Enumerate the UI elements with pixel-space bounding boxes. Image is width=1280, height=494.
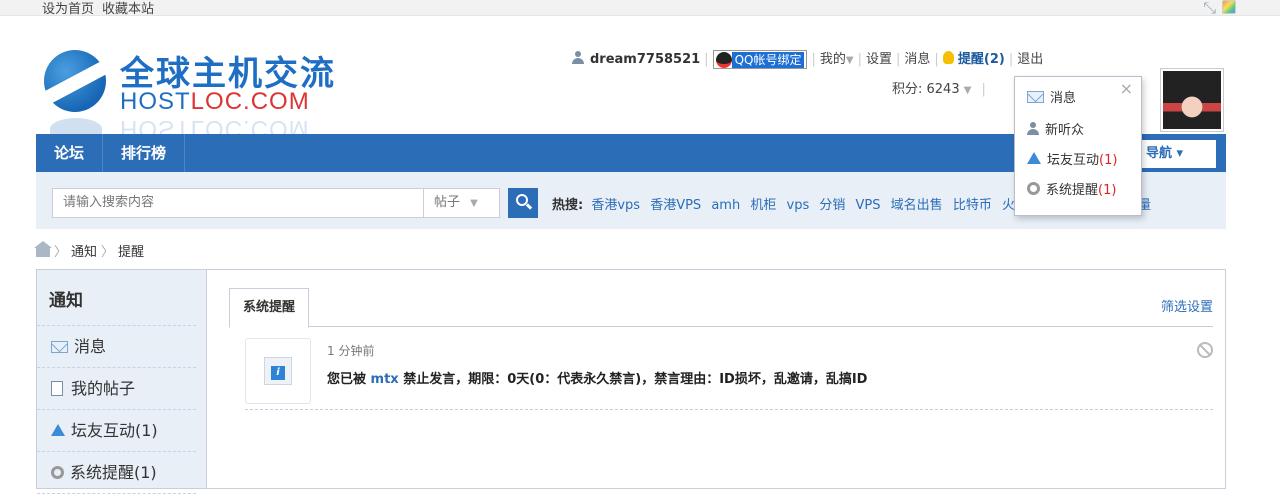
home-icon[interactable] [34, 241, 52, 257]
hot-term[interactable]: 香港VPS [650, 198, 701, 213]
search-type-select[interactable]: 帖子 ▼ [424, 188, 500, 218]
breadcrumb-notice[interactable]: 通知 [71, 245, 97, 260]
sidebar: 通知 消息 我的帖子 坛友互动(1) 系统提醒(1) [37, 270, 207, 494]
breadcrumb-remind[interactable]: 提醒 [118, 245, 144, 260]
hot-term[interactable]: 域名出售 [891, 198, 943, 213]
tab-bar: 系统提醒 [229, 288, 1213, 328]
breadcrumb: 〉通知〉提醒 [34, 241, 144, 260]
sidebar-item-messages[interactable]: 消息 [37, 326, 196, 368]
mail-icon [51, 341, 68, 353]
globe-logo-icon [44, 50, 106, 112]
theme-icon[interactable] [1222, 0, 1236, 14]
hot-term[interactable]: 机柜 [750, 198, 776, 213]
hot-term[interactable]: 分销 [819, 198, 845, 213]
hot-term[interactable]: 香港vps [591, 198, 640, 213]
dropdown-item-system[interactable]: 系统提醒(1) [1027, 179, 1116, 198]
hot-term[interactable]: amh [711, 198, 740, 213]
bookmark-link[interactable]: 收藏本站 [102, 2, 154, 17]
qq-bind-button[interactable]: QQ帐号绑定 [712, 50, 808, 69]
hot-term[interactable]: 比特币 [953, 198, 992, 213]
logo-text-en: HOSTLOC.COM [120, 88, 310, 115]
notice-time: 1 分钟前 [327, 344, 375, 358]
content-area: 系统提醒 筛选设置 i 1 分钟前 您已被 mtx 禁止发言，期限：0天(0：代… [207, 270, 1225, 488]
mine-menu[interactable]: 我的 [820, 52, 846, 67]
remind-link[interactable]: 提醒(2) [958, 52, 1005, 67]
user-bar: dream7758521 | QQ帐号绑定 | 我的▼ | 设置 | 消息 | 提醒(2) | 退出 [572, 48, 1043, 69]
logout-link[interactable]: 退出 [1017, 52, 1043, 67]
credits-menu[interactable]: 积分: 6243 ▼ | [892, 78, 986, 97]
hot-term[interactable]: vps [787, 198, 810, 213]
gear-icon [1027, 182, 1040, 195]
dropdown-item-messages[interactable]: 消息 [1027, 87, 1076, 106]
interaction-icon [1027, 152, 1041, 164]
search-button[interactable] [508, 188, 538, 218]
bulb-icon [942, 51, 954, 64]
sidebar-item-system[interactable]: 系统提醒(1) [37, 452, 196, 494]
ignore-icon[interactable] [1197, 342, 1213, 358]
chevron-down-icon: ▼ [963, 85, 972, 96]
top-links: 设为首页 收藏本站 [42, 0, 162, 17]
hot-term[interactable]: VPS [856, 198, 881, 213]
filter-settings-link[interactable]: 筛选设置 [1161, 296, 1213, 315]
nav-item-forum[interactable]: 论坛 [36, 134, 104, 172]
remind-dropdown: × 消息 新听众 坛友互动(1) 系统提醒(1) [1014, 76, 1142, 216]
avatar[interactable] [1160, 68, 1224, 132]
notice-panel: 通知 消息 我的帖子 坛友互动(1) 系统提醒(1) 系统提醒 筛选设置 i 1… [36, 269, 1226, 494]
settings-link[interactable]: 设置 [866, 52, 892, 67]
mail-icon [1027, 91, 1044, 103]
document-icon [51, 381, 63, 396]
sidebar-item-my-posts[interactable]: 我的帖子 [37, 368, 196, 410]
qq-icon [715, 51, 732, 68]
interaction-icon [51, 424, 65, 436]
notice-text: 您已被 mtx 禁止发言，期限：0天(0：代表永久禁言)，禁言理由：ID损坏，乱… [327, 372, 868, 387]
dropdown-item-followers[interactable]: 新听众 [1027, 119, 1084, 138]
user-icon [572, 51, 584, 64]
dropdown-item-interactions[interactable]: 坛友互动(1) [1027, 149, 1117, 168]
messages-link[interactable]: 消息 [904, 52, 930, 67]
site-logo[interactable]: 全球主机交流 HOSTLOC.COM HOSTLOC.COM [36, 38, 348, 142]
expand-icon[interactable]: ⤡ [1203, 0, 1216, 16]
set-home-link[interactable]: 设为首页 [42, 2, 94, 17]
sidebar-title: 通知 [37, 270, 196, 326]
notice-item: i 1 分钟前 您已被 mtx 禁止发言，期限：0天(0：代表永久禁言)，禁言理… [245, 338, 1213, 410]
nav-item-ranking[interactable]: 排行榜 [103, 134, 186, 172]
system-notice-icon: i [245, 338, 311, 404]
top-strip: 设为首页 收藏本站 ⤡ [0, 0, 1280, 17]
chevron-down-icon: ▼ [845, 55, 854, 66]
username-link[interactable]: dream7758521 [590, 52, 700, 67]
search-input[interactable]: 请输入搜索内容 [52, 188, 424, 218]
sidebar-item-interactions[interactable]: 坛友互动(1) [37, 410, 196, 452]
tab-system-remind[interactable]: 系统提醒 [229, 288, 310, 328]
hot-search-label: 热搜: [552, 198, 584, 213]
close-icon[interactable]: × [1120, 79, 1133, 98]
quick-nav-button[interactable]: 导航 ▾ [1136, 140, 1216, 168]
notice-user-link[interactable]: mtx [371, 372, 399, 387]
user-icon [1027, 122, 1039, 135]
